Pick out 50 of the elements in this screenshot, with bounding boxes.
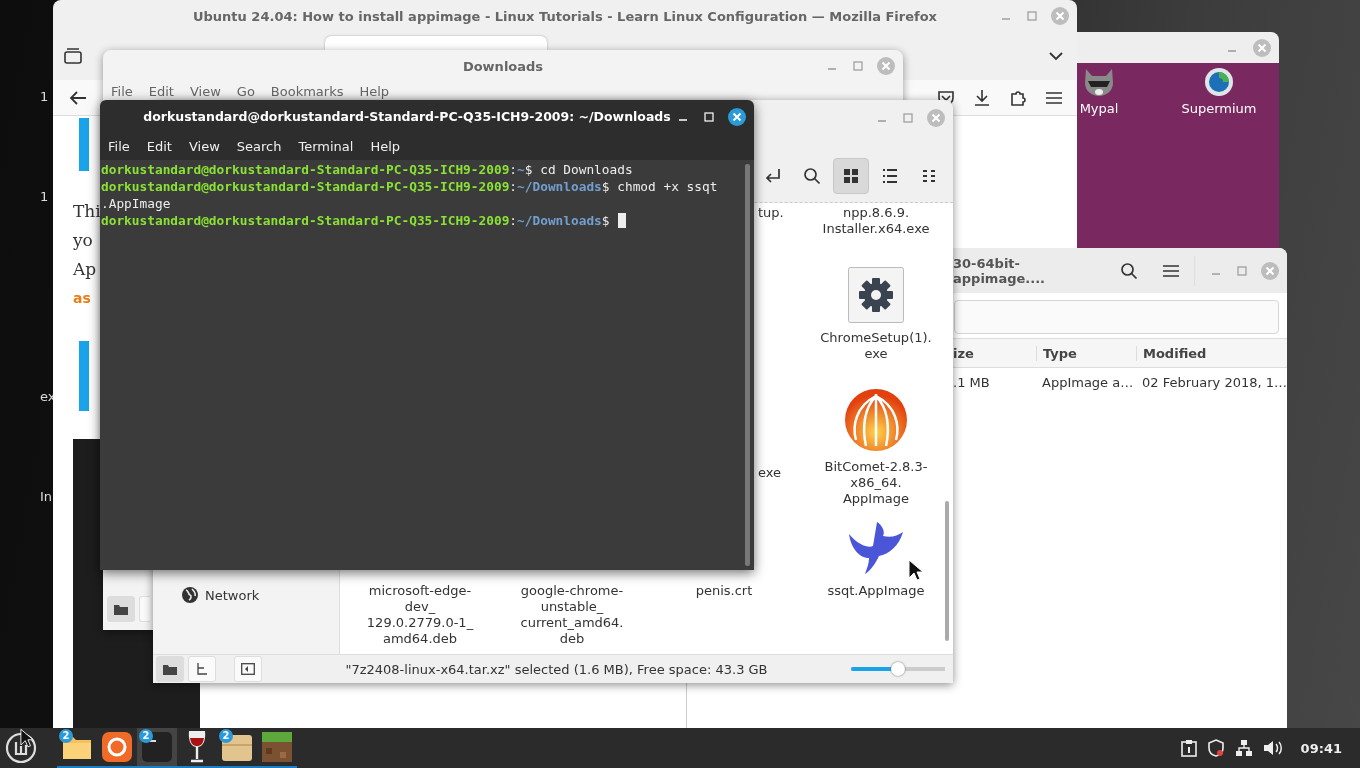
article-text-fragment: yo [73,229,94,252]
file-name[interactable]: BitComet-2.8.3- x86_64. AppImage [824,459,928,507]
menu-item[interactable]: Search [236,139,282,154]
article-text-fragment: Ap [73,258,98,281]
column-header[interactable]: ize [953,345,1036,361]
notification-badge: 2 [139,729,153,743]
file-name[interactable]: google-chrome- unstable_ current_amd64. deb [520,583,624,647]
file-name[interactable]: ssqt.AppImage [827,583,925,599]
terminal-line: dorkustandard@dorkustandard-Standard-PC-Q35-ICH9-2009:~$ cd Downloads [101,161,634,178]
file-name[interactable]: exe [758,465,782,481]
file-name[interactable]: ChromeSetup(1). exe [820,330,932,362]
file-name[interactable]: npp.8.6.9. Installer.x64.exe [822,205,930,237]
notification-badge: 2 [219,729,233,743]
menu-item[interactable]: File [111,84,133,99]
column-header[interactable]: Modified [1136,345,1287,361]
desktop-label-fragment: 1 [40,189,49,204]
file-name[interactable]: microsoft-edge- dev_ 129.0.2779.0-1_ amd64.deb [366,583,474,647]
window-title: Ubuntu 24.04: How to install appimage - Linux Tutorials - Learn Linux Configuration — Mozilla Firefox [193,8,937,24]
menu-item[interactable]: View [188,139,220,154]
window-title: Downloads [462,58,544,74]
menu-item[interactable]: Help [370,139,401,154]
table-cell-text: AppImage a… [1041,374,1135,390]
menu-item[interactable]: Terminal [298,139,354,154]
launcher-label[interactable]: Mypal [1079,101,1119,116]
terminal-line: dorkustandard@dorkustandard-Standard-PC-Q35-ICH9-2009:~/Downloads$ chmod +x ssqt [101,178,719,195]
desktop-label-fragment: In [40,489,53,504]
window-title: dorkustandard@dorkustandard-Standard-PC-Q35-ICH9-2009: ~/Downloads [143,109,671,124]
desktop-label-fragment: 1 [40,89,49,104]
table-cell-text: 02 February 2018, 1… [1140,374,1287,390]
article-text-fragment: as [73,289,92,308]
sidebar-item[interactable]: Network [181,586,339,604]
menu-item[interactable]: Edit [148,84,174,99]
menu-item[interactable]: Bookmarks [270,84,344,99]
table-cell-text: .1 MB [953,374,991,390]
window-title: 30-64bit-appimage.... [953,255,1047,286]
launcher-label[interactable]: Supermium [1181,101,1257,116]
terminal-line: .AppImage [101,195,172,212]
menu-item[interactable]: File [108,139,130,154]
menu-item[interactable]: View [189,84,221,99]
file-name[interactable]: tup. [758,205,784,221]
menu-item[interactable]: Go [236,84,255,99]
status-text: "7z2408-linux-x64.tar.xz" selected (1.6 MB), Free space: 43.3 GB [344,661,769,677]
terminal-output: dorkustandard@dorkustandard-Standard-PC-Q35-ICH9-2009:~$ cd Downloads dorkustandard@dorkustandard-Standard-PC-Q35-ICH9-2009:~/Downloads$ chmod +x ssqt .AppImage dorkustandard@dorkustandard-Standard-PC-Q35-ICH9-2009:~/Downloads$ [100,160,754,570]
menu-item[interactable]: Edit [146,139,172,154]
clock: 09:41 [1300,740,1342,756]
notification-badge: 2 [59,729,73,743]
file-name[interactable]: penis.crt [695,583,753,599]
menu-item[interactable]: Help [359,84,390,99]
article-text-fragment: Thi [73,200,101,223]
column-header[interactable]: Type [1036,345,1136,361]
